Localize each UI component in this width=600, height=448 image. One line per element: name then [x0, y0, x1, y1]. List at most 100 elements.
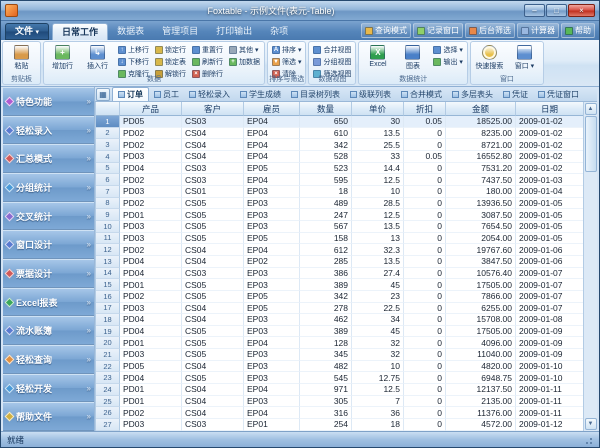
table-tab-4[interactable]: 学生成绩: [235, 87, 286, 101]
table-cell[interactable]: 2009-01-02: [516, 116, 583, 128]
table-cell[interactable]: PD04: [120, 268, 182, 280]
table-cell[interactable]: 10: [352, 361, 404, 373]
row-number[interactable]: 14: [96, 268, 120, 280]
ribbon-big-button[interactable]: ↳插入行: [81, 43, 114, 71]
row-number[interactable]: 15: [96, 279, 120, 291]
table-cell[interactable]: 0: [404, 291, 446, 303]
table-cell[interactable]: PD04: [120, 163, 182, 175]
table-cell[interactable]: 25.5: [352, 139, 404, 151]
table-cell[interactable]: 34: [352, 314, 404, 326]
row-number[interactable]: 2: [96, 128, 120, 140]
sidebar-item-12[interactable]: 帮助文件»: [3, 402, 94, 431]
row-number[interactable]: 1: [96, 116, 120, 128]
table-cell[interactable]: 2135.00: [446, 396, 516, 408]
table-cell[interactable]: CS04: [182, 128, 244, 140]
sidebar-item-9[interactable]: 流水账簿»: [3, 316, 94, 345]
table-cell[interactable]: PD01: [120, 396, 182, 408]
table-cell[interactable]: 32: [352, 349, 404, 361]
table-cell[interactable]: PD03: [120, 419, 182, 431]
row-number[interactable]: 26: [96, 407, 120, 419]
table-tab-8[interactable]: 多层表头: [447, 87, 498, 101]
table-cell[interactable]: 2009-01-09: [516, 326, 583, 338]
table-cell[interactable]: 19767.60: [446, 244, 516, 256]
table-cell[interactable]: 16552.80: [446, 151, 516, 163]
column-header[interactable]: 金额: [446, 102, 516, 116]
ribbon-tab-1[interactable]: 日常工作: [52, 23, 108, 40]
table-cell[interactable]: 0: [404, 361, 446, 373]
table-cell[interactable]: 2009-01-07: [516, 303, 583, 315]
table-list-button[interactable]: ▦: [96, 88, 110, 101]
table-cell[interactable]: 2009-01-10: [516, 372, 583, 384]
table-cell[interactable]: 0: [404, 128, 446, 140]
table-cell[interactable]: 2009-01-05: [516, 198, 583, 210]
table-cell[interactable]: EP04: [244, 244, 300, 256]
table-cell[interactable]: 13936.50: [446, 198, 516, 210]
column-header[interactable]: 折扣: [404, 102, 446, 116]
table-cell[interactable]: 2009-01-12: [516, 419, 583, 431]
row-number[interactable]: 11: [96, 233, 120, 245]
table-cell[interactable]: 386: [300, 268, 352, 280]
table-cell[interactable]: 158: [300, 233, 352, 245]
table-cell[interactable]: 2009-01-11: [516, 396, 583, 408]
table-cell[interactable]: EP04: [244, 174, 300, 186]
table-cell[interactable]: EP04: [244, 139, 300, 151]
table-cell[interactable]: 0: [404, 407, 446, 419]
table-cell[interactable]: 0.05: [404, 151, 446, 163]
table-cell[interactable]: 0: [404, 186, 446, 198]
column-header[interactable]: 单价: [352, 102, 404, 116]
ribbon-button[interactable]: 合并视图: [311, 44, 353, 55]
table-cell[interactable]: EP03: [244, 279, 300, 291]
table-cell[interactable]: CS05: [182, 372, 244, 384]
table-cell[interactable]: 528: [300, 151, 352, 163]
table-cell[interactable]: EP04: [244, 151, 300, 163]
table-cell[interactable]: 32.3: [352, 244, 404, 256]
table-cell[interactable]: 4572.00: [446, 419, 516, 431]
table-tab-2[interactable]: 员工: [149, 87, 184, 101]
ribbon-button[interactable]: ↑上移行: [116, 44, 151, 55]
row-number[interactable]: 9: [96, 209, 120, 221]
table-cell[interactable]: EP03: [244, 326, 300, 338]
table-cell[interactable]: 12137.50: [446, 384, 516, 396]
row-number[interactable]: 25: [96, 396, 120, 408]
table-cell[interactable]: CS04: [182, 361, 244, 373]
table-cell[interactable]: EP05: [244, 291, 300, 303]
sidebar-item-1[interactable]: 特色功能»: [3, 87, 94, 116]
table-cell[interactable]: 12.5: [352, 384, 404, 396]
table-cell[interactable]: EP05: [244, 163, 300, 175]
table-cell[interactable]: CS03: [182, 419, 244, 431]
sidebar-item-7[interactable]: 票据设计»: [3, 259, 94, 288]
column-header[interactable]: 雇员: [244, 102, 300, 116]
table-cell[interactable]: 0: [404, 303, 446, 315]
ribbon-big-button[interactable]: 图表: [396, 43, 429, 71]
table-cell[interactable]: EP03: [244, 186, 300, 198]
table-cell[interactable]: 12.5: [352, 174, 404, 186]
table-cell[interactable]: 3087.50: [446, 209, 516, 221]
table-cell[interactable]: 2009-01-09: [516, 337, 583, 349]
table-tab-9[interactable]: 凭证: [498, 87, 533, 101]
table-cell[interactable]: 180.00: [446, 186, 516, 198]
quick-button[interactable]: 查询模式: [361, 23, 411, 38]
table-cell[interactable]: PD03: [120, 233, 182, 245]
vertical-scrollbar[interactable]: ▲ ▼: [583, 102, 597, 431]
row-number[interactable]: 4: [96, 151, 120, 163]
table-cell[interactable]: 15708.00: [446, 314, 516, 326]
table-cell[interactable]: 0: [404, 349, 446, 361]
table-cell[interactable]: 482: [300, 361, 352, 373]
table-cell[interactable]: 30: [352, 116, 404, 128]
table-cell[interactable]: CS05: [182, 291, 244, 303]
ribbon-big-button[interactable]: XExcel: [361, 43, 394, 68]
table-cell[interactable]: 2009-01-10: [516, 361, 583, 373]
quick-button[interactable]: 记录窗口: [413, 23, 463, 38]
table-cell[interactable]: EP03: [244, 372, 300, 384]
table-cell[interactable]: EP04: [244, 384, 300, 396]
table-cell[interactable]: 2009-01-11: [516, 407, 583, 419]
table-cell[interactable]: EP04: [244, 407, 300, 419]
table-cell[interactable]: PD03: [120, 151, 182, 163]
ribbon-big-button[interactable]: 粘贴: [5, 43, 38, 71]
ribbon-button[interactable]: 选择 ▾: [431, 44, 464, 55]
table-cell[interactable]: 0: [404, 337, 446, 349]
ribbon-button[interactable]: 其他 ▾: [227, 44, 262, 55]
table-cell[interactable]: 650: [300, 116, 352, 128]
table-cell[interactable]: PD03: [120, 221, 182, 233]
row-number[interactable]: 3: [96, 139, 120, 151]
